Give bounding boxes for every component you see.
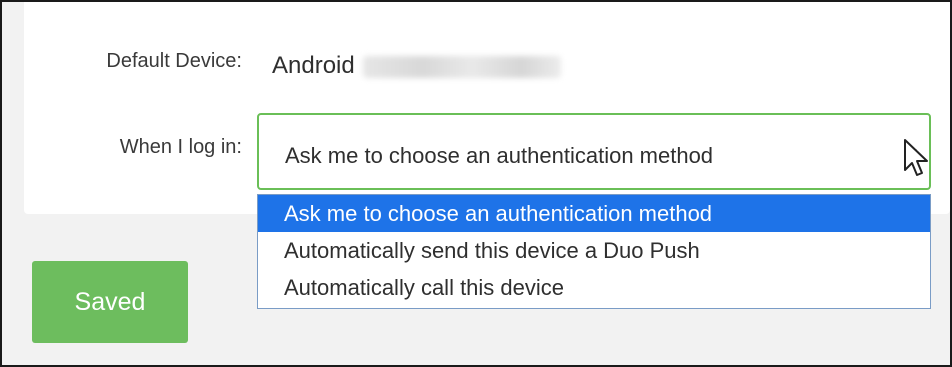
device-name: Android xyxy=(272,52,355,79)
login-behavior-select[interactable]: Ask me to choose an authentication metho… xyxy=(257,113,931,190)
redacted-phone-number xyxy=(362,55,561,78)
mouse-pointer-icon xyxy=(904,139,928,176)
login-behavior-label: When I log in: xyxy=(119,136,242,158)
screenshot-frame: Default Device: Android When I log in: A… xyxy=(0,0,952,367)
option-choose-method[interactable]: Ask me to choose an authentication metho… xyxy=(258,195,930,232)
option-duo-push[interactable]: Automatically send this device a Duo Pus… xyxy=(258,232,930,269)
select-current-value: Ask me to choose an authentication metho… xyxy=(285,143,714,168)
default-device-label: Default Device: xyxy=(106,50,242,72)
default-device-value: Android xyxy=(272,52,561,80)
option-call-device[interactable]: Automatically call this device xyxy=(258,269,930,306)
saved-button[interactable]: Saved xyxy=(32,261,188,343)
login-behavior-options: Ask me to choose an authentication metho… xyxy=(257,194,931,309)
